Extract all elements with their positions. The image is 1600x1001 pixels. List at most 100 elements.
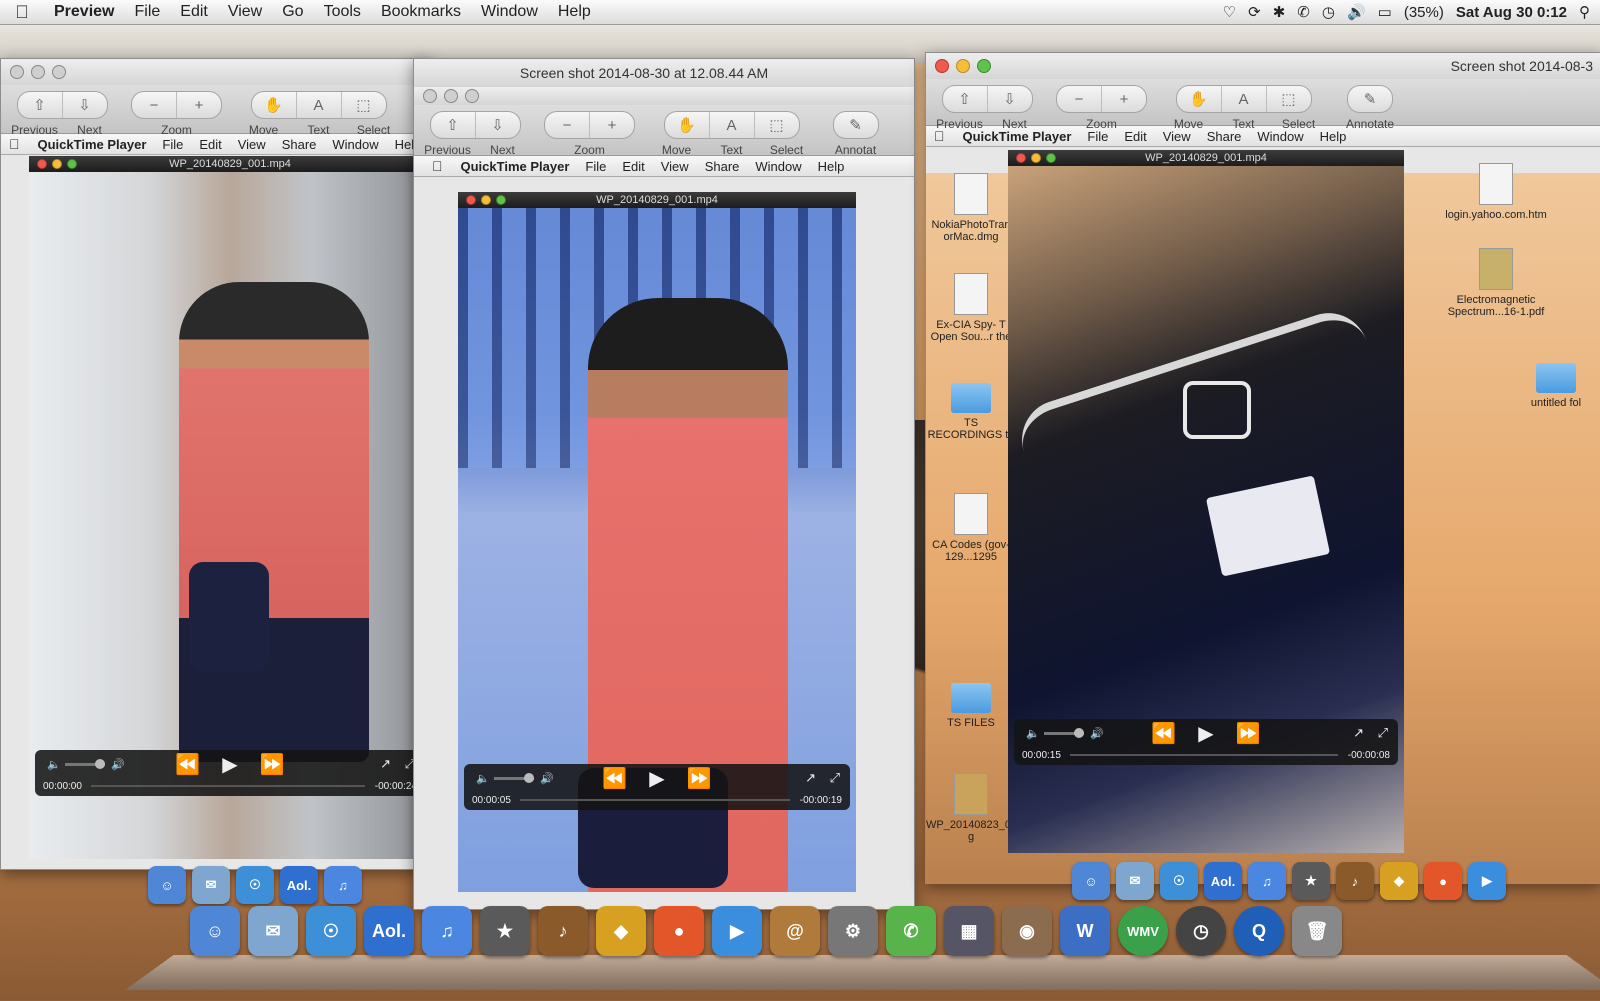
aol-icon[interactable]: Aol.: [1204, 862, 1242, 900]
qt-menu-share[interactable]: Share: [274, 137, 325, 152]
minimize-button[interactable]: [956, 59, 970, 73]
apple-menu-icon[interactable]: : [0, 2, 44, 23]
rewind-icon[interactable]: ⏪: [602, 766, 627, 791]
share-icon[interactable]: ↗: [380, 756, 391, 772]
fast-forward-icon[interactable]: ⏩: [1236, 721, 1261, 746]
qt-menu-view[interactable]: View: [230, 137, 274, 152]
share-icon[interactable]: ↗: [1353, 725, 1364, 741]
close-button[interactable]: [423, 89, 437, 103]
menu-edit[interactable]: Edit: [170, 3, 218, 21]
desktop-file-nokia[interactable]: NokiaPhotoTran orMac.dmg: [926, 173, 1016, 243]
volume-knob[interactable]: [95, 759, 105, 769]
qt-menu-window[interactable]: Window: [1249, 129, 1311, 144]
sync-icon[interactable]: ⟳: [1248, 3, 1261, 21]
move-hand-icon[interactable]: ✋: [665, 112, 710, 138]
zoom-out-icon[interactable]: −: [1057, 86, 1102, 112]
qt-menu-help[interactable]: Help: [810, 159, 853, 174]
photo-booth-icon[interactable]: ◉: [1002, 906, 1052, 956]
qt-menu-app[interactable]: QuickTime Player: [955, 129, 1080, 144]
dashboard-grid-icon[interactable]: ▦: [944, 906, 994, 956]
video-frame-woman-walking[interactable]: 🔈 🔊 ⏪ ▶ ⏩ ↗ ⤢ 00:00:05 -00:00:19: [458, 208, 856, 892]
qt-menu-app[interactable]: QuickTime Player: [453, 159, 578, 174]
desktop-file-wp[interactable]: WP_20140823_01 g: [926, 773, 1017, 843]
facetime-icon[interactable]: ▶: [712, 906, 762, 956]
fullscreen-icon[interactable]: ⤢: [830, 770, 840, 786]
zoom-in-icon[interactable]: +: [177, 92, 221, 118]
qt-menu-file[interactable]: File: [1079, 129, 1116, 144]
fast-forward-icon[interactable]: ⏩: [687, 766, 712, 791]
volume-icon[interactable]: 🔊: [1347, 3, 1366, 21]
fast-forward-icon[interactable]: ⏩: [260, 752, 285, 777]
mail-icon[interactable]: ✉: [192, 866, 230, 904]
fullscreen-icon[interactable]: ⤢: [1378, 725, 1388, 741]
qt-menu-edit[interactable]: Edit: [1116, 129, 1154, 144]
aol-icon[interactable]: Aol.: [280, 866, 318, 904]
desktop-folder-ts-files[interactable]: TS FILES: [926, 683, 1016, 729]
bluetooth-icon[interactable]: ✱: [1273, 3, 1286, 21]
next-icon[interactable]: ⇩: [63, 92, 107, 118]
mail-icon[interactable]: ✉: [1116, 862, 1154, 900]
qt-menu-file[interactable]: File: [577, 159, 614, 174]
word-app-icon[interactable]: W: [1060, 906, 1110, 956]
zoom-in-icon[interactable]: +: [590, 112, 634, 138]
zoom-out-icon[interactable]: −: [545, 112, 590, 138]
menu-bookmarks[interactable]: Bookmarks: [371, 3, 471, 21]
play-icon[interactable]: ▶: [1198, 721, 1213, 746]
time-machine-icon[interactable]: ◷: [1176, 906, 1226, 956]
desktop-file-excia[interactable]: Ex-CIA Spy- T Open Sou...r the: [926, 273, 1016, 343]
qt-menu-window[interactable]: Window: [324, 137, 386, 152]
select-icon[interactable]: ⬚: [1267, 86, 1311, 112]
volume-knob[interactable]: [1074, 728, 1084, 738]
facetime-icon[interactable]: ▶: [1468, 862, 1506, 900]
trash-icon[interactable]: 🗑: [1292, 906, 1342, 956]
imovie-star-icon[interactable]: ★: [1292, 862, 1330, 900]
itunes-icon[interactable]: ♫: [1248, 862, 1286, 900]
close-button[interactable]: [10, 65, 24, 79]
video-frame-car-license-plate[interactable]: 🔈 🔊 ⏪ ▶ ⏩ ↗ ⤢ 00:00:15 -00:00:08: [1008, 166, 1404, 853]
zoom-out-icon[interactable]: −: [132, 92, 177, 118]
garageband-icon[interactable]: ♪: [538, 906, 588, 956]
previous-icon[interactable]: ⇧: [18, 92, 63, 118]
spotlight-search-icon[interactable]: ⚲: [1579, 3, 1590, 21]
play-icon[interactable]: ▶: [649, 766, 664, 791]
annotate-pen-icon[interactable]: ✎: [1348, 86, 1392, 112]
qt-menu-view[interactable]: View: [653, 159, 697, 174]
phone-app-icon[interactable]: ✆: [886, 906, 936, 956]
annotate-pen-icon[interactable]: ✎: [834, 112, 878, 138]
menu-go[interactable]: Go: [272, 3, 313, 21]
move-hand-icon[interactable]: ✋: [252, 92, 297, 118]
text-tool-icon[interactable]: A: [297, 92, 342, 118]
qt-menu-app[interactable]: QuickTime Player: [30, 137, 155, 152]
system-preferences-icon[interactable]: ⚙: [828, 906, 878, 956]
zoom-button[interactable]: [52, 65, 66, 79]
menu-tools[interactable]: Tools: [314, 3, 371, 21]
safari-icon[interactable]: ☉: [306, 906, 356, 956]
minimize-button[interactable]: [31, 65, 45, 79]
address-book-icon[interactable]: @: [770, 906, 820, 956]
safari-icon[interactable]: ☉: [1160, 862, 1198, 900]
desktop-folder-untitled[interactable]: untitled fol: [1516, 363, 1596, 409]
rewind-icon[interactable]: ⏪: [175, 752, 200, 777]
previous-icon[interactable]: ⇧: [943, 86, 988, 112]
itunes-icon[interactable]: ♫: [422, 906, 472, 956]
itunes-icon[interactable]: ♫: [324, 866, 362, 904]
qt-menu-edit[interactable]: Edit: [191, 137, 229, 152]
qt-menu-view[interactable]: View: [1155, 129, 1199, 144]
battery-icon[interactable]: ▭: [1378, 3, 1392, 21]
menu-view[interactable]: View: [218, 3, 272, 21]
desktop-folder-ts-recordings[interactable]: TS RECORDINGS to: [926, 383, 1016, 441]
minimize-button[interactable]: [444, 89, 458, 103]
apple-menu-icon[interactable]: : [926, 128, 955, 144]
apple-menu-icon[interactable]: : [1, 136, 30, 152]
firefox-icon[interactable]: ●: [1424, 862, 1462, 900]
video-frame-woman-pink-sweater[interactable]: 🔈 🔊 ⏪ ▶ ⏩ ↗ ⤢ 00:00:00 -00:00:24: [29, 172, 431, 859]
aol-icon[interactable]: Aol.: [364, 906, 414, 956]
wmv-player-icon[interactable]: WMV: [1118, 906, 1168, 956]
finder-icon[interactable]: ☺: [1072, 862, 1110, 900]
finder-icon[interactable]: ☺: [148, 866, 186, 904]
close-button[interactable]: [935, 59, 949, 73]
select-icon[interactable]: ⬚: [755, 112, 799, 138]
menu-app-preview[interactable]: Preview: [44, 3, 124, 21]
mail-icon[interactable]: ✉: [248, 906, 298, 956]
zoom-button[interactable]: [977, 59, 991, 73]
